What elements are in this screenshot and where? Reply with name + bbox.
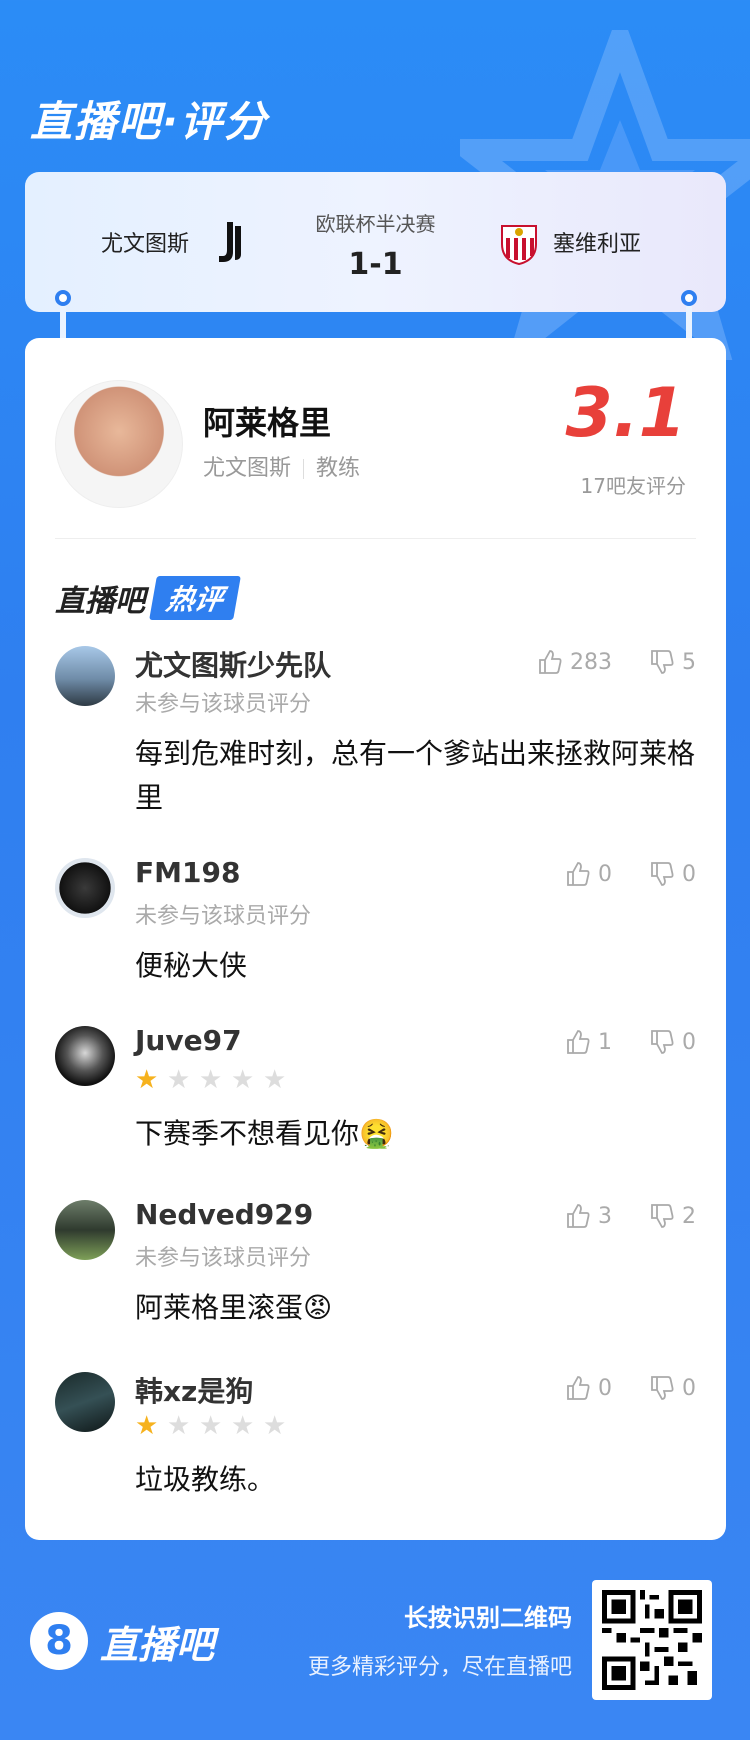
like-button[interactable]: 0 bbox=[564, 1374, 612, 1402]
match-card: 尤文图斯 欧联杯半决赛 1-1 塞维利亚 bbox=[25, 172, 726, 312]
dislike-count: 0 bbox=[682, 1375, 696, 1401]
coach-avatar[interactable] bbox=[55, 380, 183, 508]
star-filled-icon: ★ bbox=[135, 1411, 159, 1441]
dislike-button[interactable]: 0 bbox=[648, 1374, 696, 1402]
coach-role: 教练 bbox=[316, 456, 361, 481]
thumbs-down-icon bbox=[651, 1030, 674, 1054]
thumbs-down-icon bbox=[651, 650, 674, 674]
logo-8-icon: 8 bbox=[30, 1612, 88, 1670]
comment-star-rating: ★ ★ ★ ★ ★ bbox=[135, 1065, 287, 1095]
like-button[interactable]: 3 bbox=[564, 1202, 612, 1230]
thumbs-up-icon bbox=[567, 1376, 590, 1400]
away-team-name: 塞维利亚 bbox=[553, 232, 642, 257]
rating-count: 17吧友评分 bbox=[580, 474, 686, 498]
comment-rating-status: 未参与该球员评分 bbox=[135, 904, 312, 929]
coach-team: 尤文图斯 bbox=[203, 456, 292, 481]
comment-item: Juve97 ★ ★ ★ ★ ★ 下赛季不想看见你🤮 1 0 bbox=[55, 1024, 696, 1154]
comment-text: 阿莱格里滚蛋😡 bbox=[135, 1291, 333, 1324]
coach-name: 阿莱格里 bbox=[203, 404, 332, 442]
hot-brand: 直播吧 bbox=[55, 584, 145, 619]
like-button[interactable]: 283 bbox=[536, 648, 612, 676]
footer-cta: 长按识别二维码 更多精彩评分，尽在直播吧 bbox=[308, 1598, 572, 1681]
comment-text: 垃圾教练。 bbox=[135, 1463, 276, 1496]
commenter-avatar[interactable] bbox=[55, 858, 115, 918]
star-filled-icon: ★ bbox=[135, 1065, 159, 1095]
like-button[interactable]: 1 bbox=[564, 1028, 612, 1056]
brand-title: 直播吧·评分 bbox=[30, 97, 268, 146]
like-count: 0 bbox=[598, 1375, 612, 1401]
star-empty-icon: ★ bbox=[263, 1411, 287, 1441]
star-empty-icon: ★ bbox=[167, 1065, 191, 1095]
comment-username[interactable]: Nedved929 bbox=[135, 1198, 313, 1231]
star-empty-icon: ★ bbox=[263, 1065, 287, 1095]
comment-text: 下赛季不想看见你🤮 bbox=[135, 1117, 394, 1150]
commenter-avatar[interactable] bbox=[55, 646, 115, 706]
thumbs-up-icon bbox=[567, 862, 590, 886]
commenter-avatar[interactable] bbox=[55, 1372, 115, 1432]
dislike-count: 2 bbox=[682, 1203, 696, 1229]
like-count: 1 bbox=[598, 1029, 612, 1055]
comment-text: 每到危难时刻，总有一个爹站出来拯救阿莱格里 bbox=[135, 737, 696, 814]
logo-text: 直播吧 bbox=[100, 1622, 215, 1667]
dislike-count: 5 bbox=[682, 649, 696, 675]
star-empty-icon: ★ bbox=[231, 1411, 255, 1441]
thumbs-down-icon bbox=[651, 1204, 674, 1228]
comment-star-rating: ★ ★ ★ ★ ★ bbox=[135, 1411, 287, 1441]
sevilla-logo-icon bbox=[501, 225, 537, 266]
thumbs-down-icon bbox=[651, 1376, 674, 1400]
comment-text: 便秘大侠 bbox=[135, 949, 248, 982]
comment-item: FM198 未参与该球员评分 便秘大侠 0 0 bbox=[55, 856, 696, 986]
comment-username[interactable]: Juve97 bbox=[135, 1024, 242, 1057]
dislike-count: 0 bbox=[682, 1029, 696, 1055]
thumbs-up-icon bbox=[539, 650, 562, 674]
comment-username[interactable]: 韩xz是狗 bbox=[135, 1370, 253, 1410]
star-empty-icon: ★ bbox=[167, 1411, 191, 1441]
dislike-button[interactable]: 5 bbox=[648, 648, 696, 676]
dislike-button[interactable]: 0 bbox=[648, 860, 696, 888]
commenter-avatar[interactable] bbox=[55, 1026, 115, 1086]
comment-item: Nedved929 未参与该球员评分 阿莱格里滚蛋😡 3 2 bbox=[55, 1198, 696, 1328]
thumbs-up-icon bbox=[567, 1204, 590, 1228]
like-button[interactable]: 0 bbox=[564, 860, 612, 888]
like-count: 3 bbox=[598, 1203, 612, 1229]
comment-item: 尤文图斯少先队 未参与该球员评分 每到危难时刻，总有一个爹站出来拯救阿莱格里 2… bbox=[55, 644, 696, 824]
like-count: 0 bbox=[598, 861, 612, 887]
comment-username[interactable]: FM198 bbox=[135, 856, 240, 889]
dislike-button[interactable]: 0 bbox=[648, 1028, 696, 1056]
dislike-count: 0 bbox=[682, 861, 696, 887]
comment-item: 韩xz是狗 ★ ★ ★ ★ ★ 垃圾教练。 0 0 bbox=[55, 1370, 696, 1500]
star-empty-icon: ★ bbox=[199, 1065, 223, 1095]
commenter-avatar[interactable] bbox=[55, 1200, 115, 1260]
thumbs-up-icon bbox=[567, 1030, 590, 1054]
star-empty-icon: ★ bbox=[199, 1411, 223, 1441]
comment-rating-status: 未参与该球员评分 bbox=[135, 1246, 312, 1271]
coach-meta: 尤文图斯 教练 bbox=[203, 450, 360, 482]
dislike-button[interactable]: 2 bbox=[648, 1202, 696, 1230]
like-count: 283 bbox=[570, 649, 612, 675]
hot-comments-header: 直播吧 热评 bbox=[55, 574, 241, 622]
rating-card: 阿莱格里 尤文图斯 教练 3.1 17吧友评分 直播吧 热评 尤文图斯少先队 未参… bbox=[25, 338, 726, 1540]
footer-logo: 8 直播吧 bbox=[30, 1612, 214, 1670]
thumbs-down-icon bbox=[651, 862, 674, 886]
comment-rating-status: 未参与该球员评分 bbox=[135, 692, 312, 717]
cta-subtitle: 更多精彩评分，尽在直播吧 bbox=[307, 1655, 572, 1680]
qr-code-icon bbox=[602, 1590, 702, 1690]
qr-code[interactable] bbox=[592, 1580, 712, 1700]
star-empty-icon: ★ bbox=[231, 1065, 255, 1095]
cta-title: 长按识别二维码 bbox=[404, 1604, 572, 1632]
rating-score: 3.1 bbox=[565, 374, 686, 453]
divider bbox=[55, 538, 696, 539]
hot-badge: 热评 bbox=[149, 576, 241, 620]
comment-username[interactable]: 尤文图斯少先队 bbox=[135, 644, 331, 684]
